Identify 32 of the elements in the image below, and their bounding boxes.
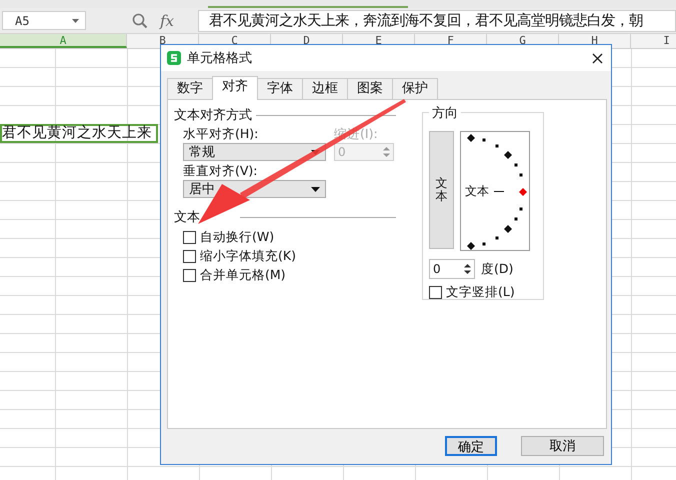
dropdown[interactable]: 常规	[183, 143, 326, 161]
function-label[interactable]: fx	[160, 12, 190, 30]
dialog-title: 单元格格式	[187, 50, 253, 67]
checkbox[interactable]: 合并单元格(M)	[183, 268, 286, 283]
name-box[interactable]: A5	[2, 11, 86, 30]
search-icon[interactable]	[132, 12, 148, 28]
tab[interactable]: 数字	[167, 78, 213, 99]
tab[interactable]: 保护	[392, 78, 438, 99]
field-label: 水平对齐(H):	[183, 126, 260, 143]
group-label: 文本对齐方式	[174, 107, 252, 124]
active-cell[interactable]: 君不见黄河之水天上来	[0, 124, 158, 143]
checkbox[interactable]: 文字竖排(L)	[429, 285, 515, 300]
ok-button[interactable]: 确定	[445, 436, 497, 456]
close-icon[interactable]	[592, 52, 603, 64]
caret-icon	[311, 186, 320, 192]
group-label: 文本	[174, 209, 200, 226]
formula-field[interactable]: 君不见黄河之水天上来，奔流到海不复回，君不见高堂明镜悲白发，朝	[198, 10, 676, 32]
spinner-icon	[462, 262, 473, 276]
app-icon	[167, 51, 181, 65]
group-label: 方向	[429, 104, 461, 122]
field-label: 度(D)	[481, 260, 514, 278]
tab[interactable]: 对齐	[212, 76, 258, 100]
spinner-icon	[381, 145, 392, 159]
field-label: 垂直对齐(V):	[183, 163, 259, 180]
checkbox[interactable]: 自动换行(W)	[183, 230, 274, 245]
checkbox[interactable]: 缩小字体填充(K)	[183, 249, 296, 264]
caret-icon	[72, 18, 79, 22]
orientation-dial[interactable]: 文本	[460, 131, 530, 251]
vertical-text-button[interactable]: 文本	[429, 131, 454, 249]
column-header[interactable]: I	[631, 34, 676, 48]
cancel-button[interactable]: 取消	[521, 436, 604, 456]
degree-spinbox[interactable]: 0	[429, 259, 475, 279]
